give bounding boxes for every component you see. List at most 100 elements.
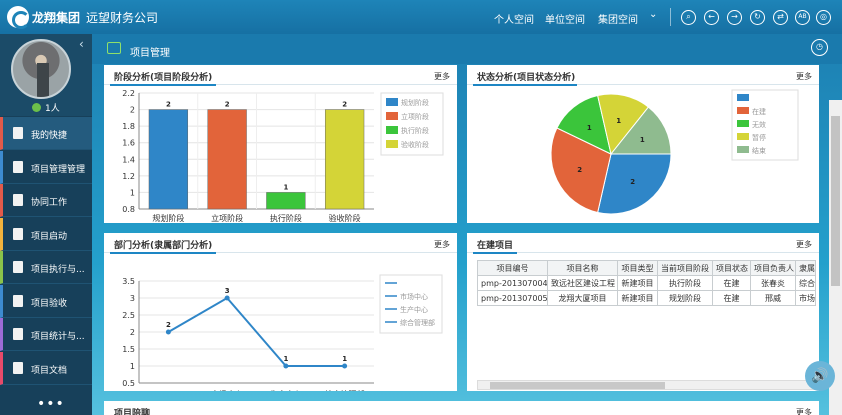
table-cell: pmp-201307005: [477, 290, 548, 306]
sidebar-item[interactable]: 项目启动: [0, 217, 92, 251]
column-header[interactable]: 项目负责人: [750, 260, 796, 276]
panel-title: 状态分析(项目状态分析): [477, 73, 576, 83]
company-name[interactable]: 远望财务公司: [86, 9, 158, 26]
online-check-icon: [32, 103, 41, 112]
column-header[interactable]: 当前项目阶段: [657, 260, 713, 276]
x-tick-label: 生产中心: [270, 389, 302, 391]
data-point: [342, 363, 348, 369]
nav-group-space[interactable]: 集团空间: [598, 11, 638, 26]
y-tick-label: 1.4: [122, 155, 135, 164]
more-link[interactable]: 更多: [796, 71, 812, 82]
panel-title-underline: [473, 252, 517, 254]
legend-label: 暂停: [752, 133, 766, 142]
y-tick-label: 1.6: [122, 139, 135, 148]
panel-header: 阶段分析(项目阶段分析) 更多: [104, 65, 457, 86]
sidebar-item[interactable]: 协同工作: [0, 184, 92, 217]
avatar[interactable]: [11, 39, 71, 99]
back-icon[interactable]: ←: [704, 10, 719, 25]
menu-item-icon: [13, 361, 23, 374]
project-chat-panel: 项目陪聊 更多: [104, 401, 819, 415]
table-cell: 在建: [712, 275, 751, 291]
data-point: [165, 329, 171, 335]
forward-icon[interactable]: →: [727, 10, 742, 25]
horizontal-scrollbar[interactable]: [477, 380, 815, 390]
panel-title: 在建项目: [477, 241, 514, 251]
legend-swatch: [386, 98, 398, 106]
column-header[interactable]: 项目类型: [617, 260, 658, 276]
y-tick-label: 1: [130, 362, 135, 371]
sidebar-item-label: 项目管理管理: [31, 164, 86, 175]
y-tick-label: 3.5: [122, 277, 135, 286]
speaker-icon[interactable]: 🔊: [805, 361, 835, 391]
data-point: [283, 363, 289, 369]
table-cell: 邢威: [750, 290, 796, 306]
ab-icon[interactable]: AB: [795, 10, 810, 25]
legend-swatch: [737, 120, 749, 127]
sidebar-item[interactable]: 我的快捷: [0, 117, 92, 150]
share-icon[interactable]: ⇄: [773, 10, 788, 25]
legend-label: 市场中心: [400, 292, 428, 301]
data-point: [224, 295, 230, 301]
data-label: 1: [587, 124, 592, 132]
online-users[interactable]: 1人: [32, 101, 60, 114]
clock-icon[interactable]: ◷: [811, 39, 828, 56]
more-link[interactable]: 更多: [434, 71, 450, 82]
more-link[interactable]: 更多: [434, 239, 450, 250]
dept-analysis-panel: 部门分析(隶属部门分析) 更多 0.5 1 1.5 2 2.5 3 3.5 2 3 市场中心 1 生产…: [104, 233, 457, 391]
sidebar-item[interactable]: 项目验收: [0, 284, 92, 318]
divider: [670, 8, 671, 26]
collapse-sidebar-icon[interactable]: ‹: [79, 37, 84, 51]
nav-personal-space[interactable]: 个人空间: [494, 11, 534, 26]
column-header[interactable]: 项目状态: [712, 260, 751, 276]
y-tick-label: 3: [130, 294, 135, 303]
column-header[interactable]: 隶属: [795, 260, 816, 276]
table-cell: 规划阶段: [657, 290, 713, 306]
y-tick-label: 2: [130, 328, 135, 337]
legend-label: 规划阶段: [401, 98, 429, 107]
nav-unit-space[interactable]: 单位空间: [545, 11, 585, 26]
legend-swatch: [737, 107, 749, 114]
x-tick-label: 市场中心: [211, 389, 243, 391]
online-count: 1人: [45, 104, 60, 114]
bar: [266, 192, 306, 210]
table-row[interactable]: pmp-201307004 致远社区建设工程 新建项目 执行阶段 在建 张春炎 综合: [477, 275, 816, 291]
sidebar: ‹ 1人 我的快捷项目管理管理协同工作项目启动项目执行与... 项目验收 项目统计与…: [0, 34, 92, 415]
settings-icon[interactable]: ◎: [816, 10, 831, 25]
chevron-down-icon[interactable]: ⌄: [649, 9, 657, 20]
table-cell: 新建项目: [617, 290, 658, 306]
bar: [324, 109, 365, 210]
sidebar-item[interactable]: 项目统计与...: [0, 318, 92, 351]
column-header[interactable]: 项目名称: [547, 260, 618, 276]
table-row[interactable]: pmp-201307005 龙翔大厦项目 新建项目 规划阶段 在建 邢威 市场: [477, 290, 816, 306]
refresh-icon[interactable]: ↻: [750, 10, 765, 25]
bar: [148, 109, 189, 210]
panel-header: 项目陪聊 更多: [104, 401, 819, 415]
sidebar-item-label: 项目文档: [31, 365, 68, 376]
bar: [207, 109, 247, 210]
sidebar-item-label: 项目执行与...: [31, 265, 85, 275]
scrollbar-thumb[interactable]: [831, 116, 840, 286]
data-label: 1: [640, 136, 645, 144]
more-link[interactable]: 更多: [796, 407, 812, 415]
column-header[interactable]: 项目编号: [477, 260, 548, 276]
logo-icon: [7, 6, 30, 29]
x-tick-label: 规划阶段: [152, 213, 184, 223]
table-cell: 致远社区建设工程: [547, 275, 618, 291]
sidebar-item-label: 我的快捷: [31, 131, 68, 141]
menu-item-icon: [13, 294, 23, 307]
scrollbar-thumb[interactable]: [490, 382, 665, 389]
more-link[interactable]: 更多: [796, 239, 812, 250]
legend-swatch: [386, 112, 398, 120]
sidebar-item-label: 项目启动: [31, 231, 68, 242]
more-menu-icon[interactable]: •••: [37, 396, 65, 412]
sidebar-item[interactable]: 项目管理管理: [0, 150, 92, 184]
panel-header: 在建项目 更多: [467, 233, 819, 254]
search-icon[interactable]: ⌕: [681, 10, 696, 25]
sidebar-item[interactable]: 项目文档: [0, 351, 92, 385]
table-cell: 新建项目: [617, 275, 658, 291]
legend-label: 综合管理部: [400, 318, 435, 327]
table-cell: 张春炎: [750, 275, 796, 291]
sidebar-item[interactable]: 项目执行与...: [0, 251, 92, 284]
legend-label: 立项阶段: [401, 112, 429, 121]
menu-item-icon: [13, 127, 23, 139]
